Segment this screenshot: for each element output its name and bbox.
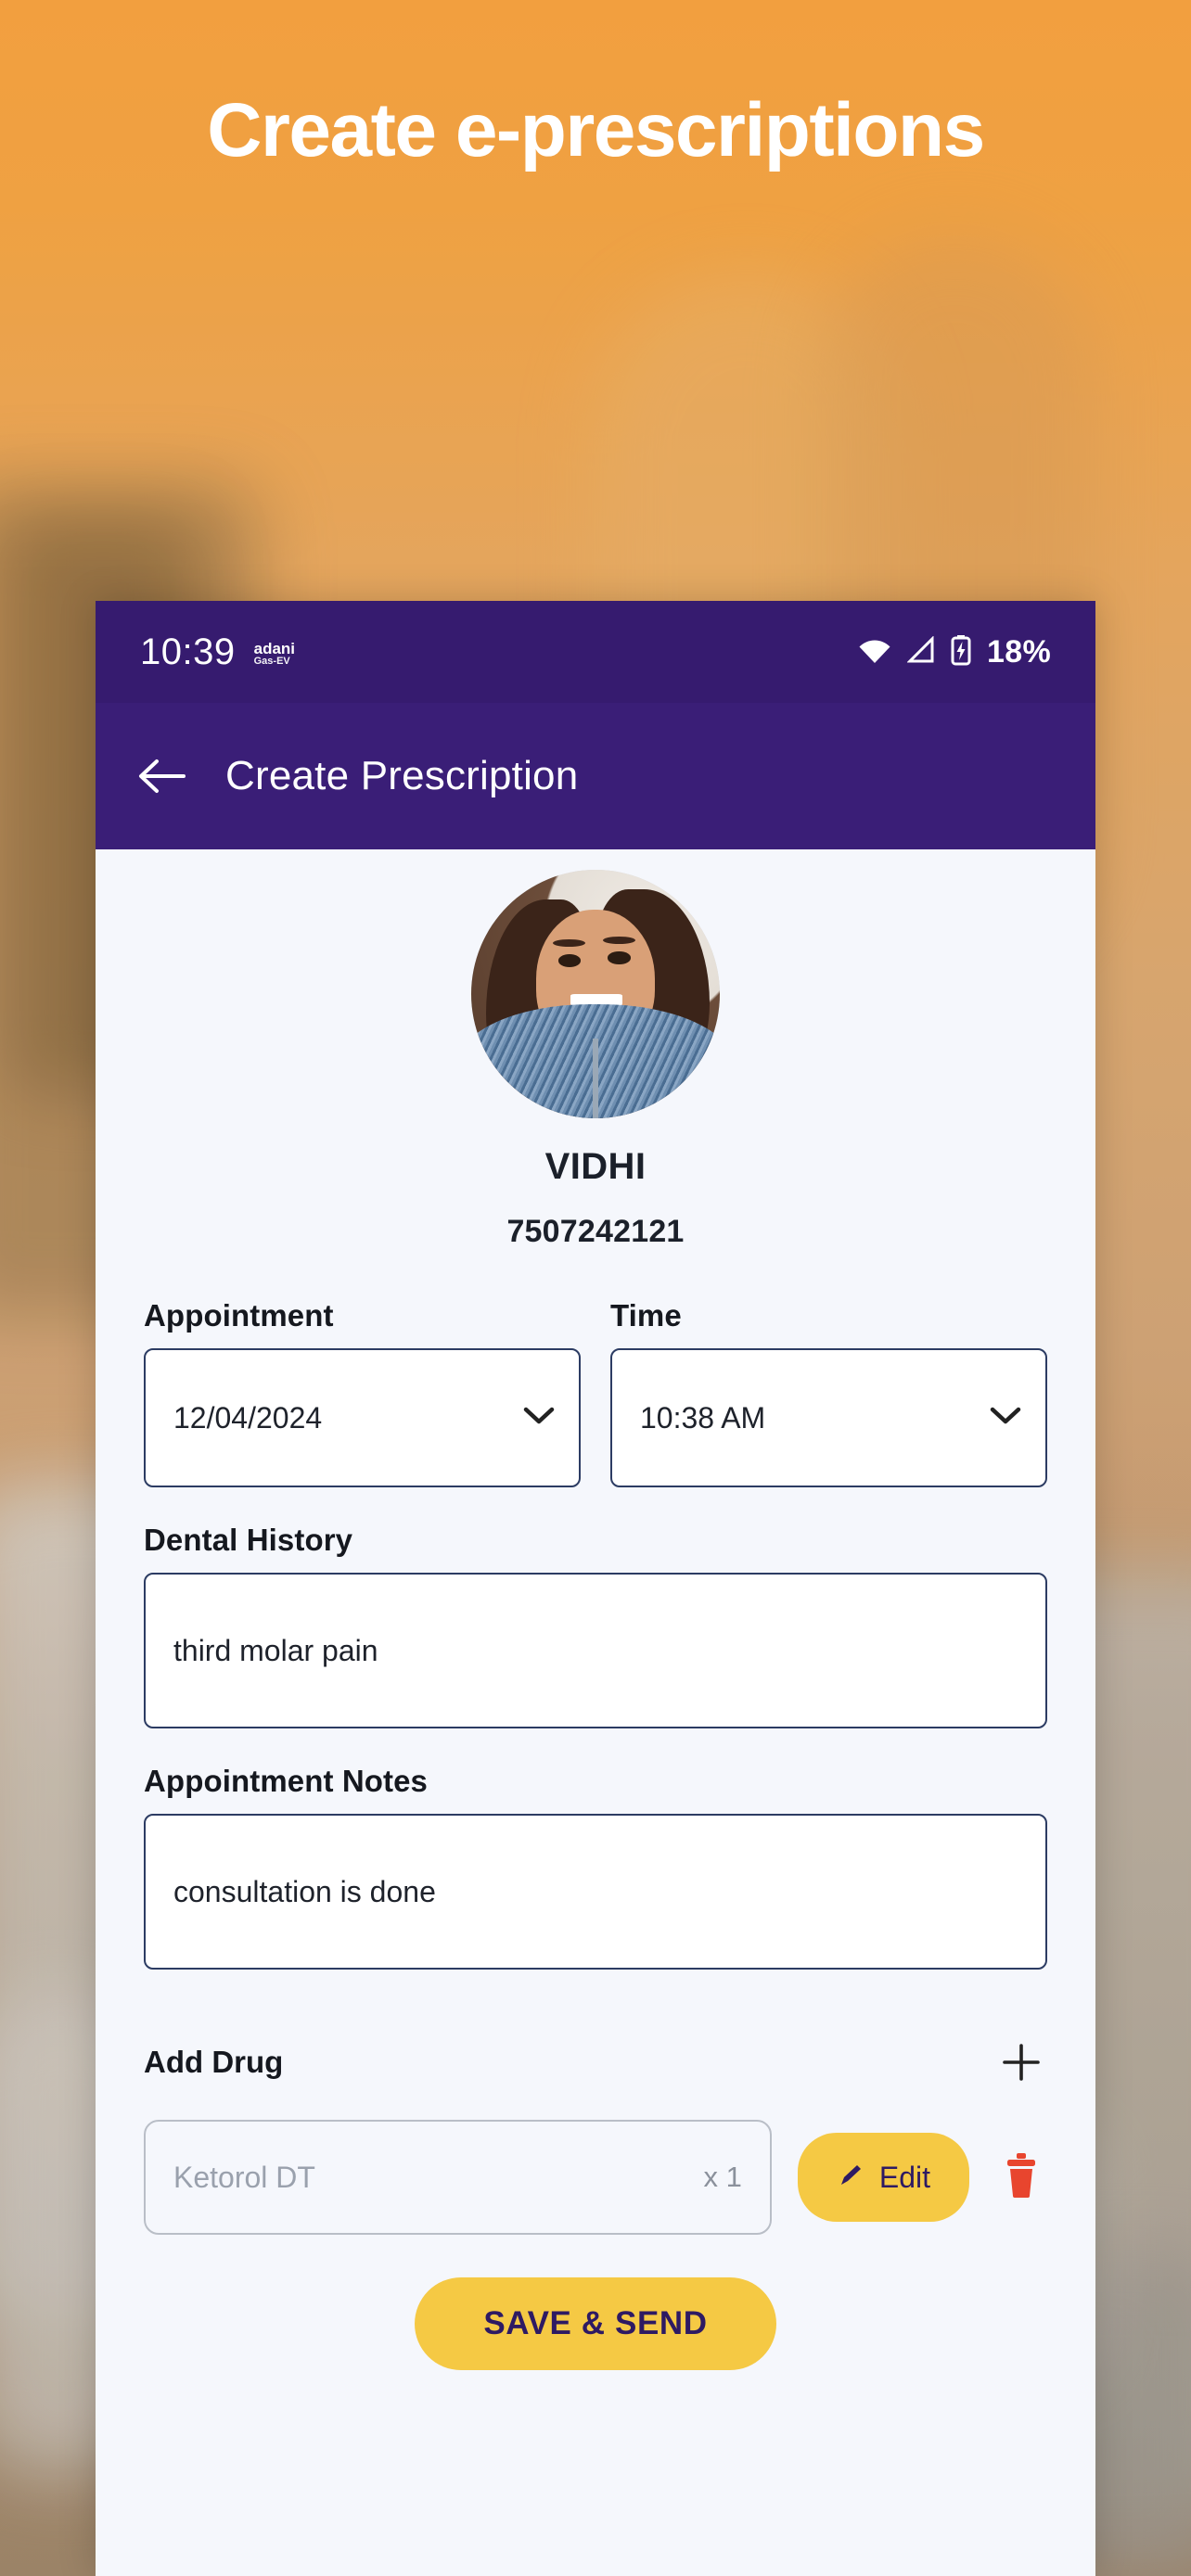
page-title: Create Prescription — [225, 753, 579, 798]
carrier-name: adani — [253, 639, 296, 657]
promo-heading: Create e-prescriptions — [207, 88, 985, 172]
dental-history-value: third molar pain — [173, 1633, 378, 1667]
save-and-send-button[interactable]: SAVE & SEND — [415, 2277, 776, 2370]
promo-backdrop: Create e-prescriptions 10:39 adani Gas-E… — [0, 0, 1191, 2576]
table-row: Ketorol DT x 1 Edit — [144, 2120, 1047, 2235]
avatar-wrapper — [144, 849, 1047, 1118]
appointment-row: Appointment 12/04/2024 Time 10:38 AM — [144, 1298, 1047, 1487]
prescription-form: VIDHI 7507242121 Appointment 12/04/2024 … — [96, 849, 1095, 2576]
appointment-notes-label: Appointment Notes — [144, 1764, 429, 1798]
patient-phone: 7507242121 — [506, 1214, 685, 1249]
drug-name-placeholder: Ketorol DT — [173, 2160, 315, 2194]
battery-charging-icon — [950, 634, 972, 670]
chevron-down-icon — [523, 1406, 555, 1431]
phone-screenshot: 10:39 adani Gas-EV 18% Create Prescripti… — [96, 601, 1095, 2576]
signal-icon — [906, 634, 935, 669]
add-drug-label: Add Drug — [144, 2045, 284, 2079]
wifi-icon — [857, 636, 892, 669]
pencil-icon — [837, 2162, 864, 2194]
back-arrow-icon[interactable] — [133, 747, 190, 805]
drug-section: Add Drug Ketorol DT x 1 Edit — [144, 2036, 1047, 2235]
status-bar-left: 10:39 adani Gas-EV — [140, 633, 295, 670]
appointment-time-field: Time 10:38 AM — [610, 1298, 1047, 1487]
plus-icon[interactable] — [995, 2036, 1047, 2088]
avatar — [471, 870, 720, 1118]
drug-header: Add Drug — [144, 2036, 1047, 2088]
edit-drug-button[interactable]: Edit — [797, 2133, 969, 2222]
dental-history-field: Dental History third molar pain — [144, 1523, 1047, 1728]
appointment-date-select[interactable]: 12/04/2024 — [144, 1348, 581, 1487]
time-label: Time — [610, 1298, 682, 1333]
drug-name-input[interactable]: Ketorol DT x 1 — [144, 2120, 772, 2235]
appointment-time-select[interactable]: 10:38 AM — [610, 1348, 1047, 1487]
carrier-label: adani Gas-EV — [253, 639, 296, 670]
status-bar-right: 18% — [857, 634, 1051, 670]
edit-drug-label: Edit — [878, 2160, 930, 2194]
save-row: SAVE & SEND — [144, 2277, 1047, 2370]
appointment-notes-value: consultation is done — [173, 1874, 436, 1908]
appointment-notes-input[interactable]: consultation is done — [144, 1814, 1047, 1970]
trash-icon — [1003, 2151, 1040, 2204]
appointment-date-value: 12/04/2024 — [173, 1400, 323, 1435]
appointment-time-value: 10:38 AM — [640, 1400, 766, 1435]
appointment-label: Appointment — [144, 1298, 334, 1333]
battery-percent: 18% — [987, 633, 1051, 670]
patient-name: VIDHI — [544, 1146, 647, 1187]
chevron-down-icon — [990, 1406, 1021, 1431]
carrier-sub: Gas-EV — [253, 656, 290, 668]
dental-history-input[interactable]: third molar pain — [144, 1573, 1047, 1728]
status-bar: 10:39 adani Gas-EV 18% — [96, 601, 1095, 703]
appointment-date-field: Appointment 12/04/2024 — [144, 1298, 581, 1487]
dental-history-label: Dental History — [144, 1523, 353, 1557]
delete-drug-button[interactable] — [995, 2144, 1047, 2211]
status-clock: 10:39 — [140, 631, 236, 672]
app-bar: Create Prescription — [96, 703, 1095, 849]
drug-quantity: x 1 — [703, 2161, 742, 2193]
appointment-notes-field: Appointment Notes consultation is done — [144, 1764, 1047, 1970]
